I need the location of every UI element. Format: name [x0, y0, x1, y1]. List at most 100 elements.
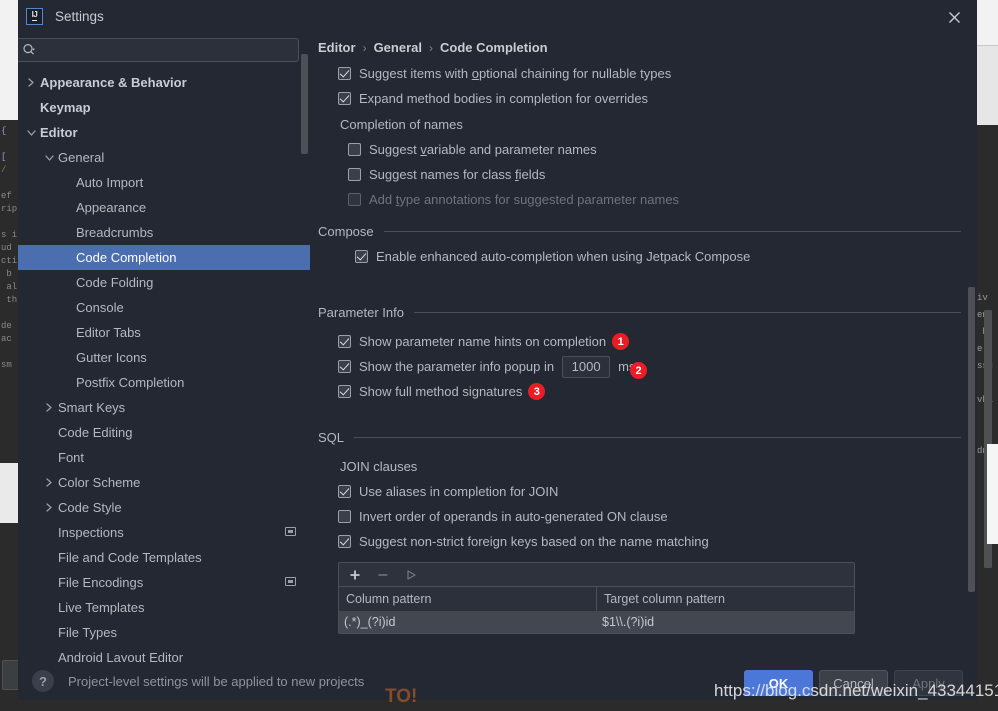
option-label: Expand method bodies in completion for o… — [359, 91, 649, 106]
tree-item-editor-tabs[interactable]: Editor Tabs — [18, 320, 310, 345]
chevron-right-icon: › — [428, 40, 433, 55]
tree-item-console[interactable]: Console — [18, 295, 310, 320]
search-input[interactable] — [36, 42, 298, 58]
chevron-down-icon[interactable] — [24, 126, 38, 140]
breadcrumb-item-editor[interactable]: Editor — [318, 40, 356, 55]
tree-item-file-encodings[interactable]: File Encodings — [18, 570, 310, 595]
cell-target-column-pattern[interactable]: $1\\.(?i)id — [597, 611, 854, 633]
tree-item-gutter-icons[interactable]: Gutter Icons — [18, 345, 310, 370]
tree-item-live-templates[interactable]: Live Templates — [18, 595, 310, 620]
option-suggest-variable-names[interactable]: Suggest variable and parameter names — [318, 137, 977, 162]
dialog-title: Settings — [55, 8, 104, 24]
chevron-right-icon[interactable] — [24, 76, 38, 90]
cell-column-pattern[interactable]: (.*)_(?i)id — [339, 611, 597, 633]
dialog-body: Appearance & Behavior Keymap Editor General… — [18, 32, 977, 662]
parameter-info-delay-input[interactable] — [562, 355, 611, 378]
option-show-parameter-info-popup[interactable]: Show the parameter info popup in ms 2 — [318, 354, 977, 379]
checkbox-enable-compose-autocompletion[interactable] — [355, 250, 368, 263]
breadcrumb: Editor › General › Code Completion — [318, 40, 977, 55]
checkbox-suggest-class-field-names[interactable] — [348, 168, 361, 181]
tree-item-appearance[interactable]: Appearance — [18, 195, 310, 220]
section-sql-title: SQL — [318, 429, 345, 445]
option-show-parameter-name-hints[interactable]: Show parameter name hints on completion … — [318, 329, 977, 354]
option-suggest-class-field-names[interactable]: Suggest names for class fields — [318, 162, 977, 187]
tree-item-file-and-code-templates[interactable]: File and Code Templates — [18, 545, 310, 570]
option-invert-operand-order[interactable]: Invert order of operands in auto-generat… — [318, 504, 977, 529]
checkbox-invert-operand-order[interactable] — [338, 510, 351, 523]
option-enable-compose-autocompletion[interactable]: Enable enhanced auto-completion when usi… — [318, 244, 977, 269]
settings-tree[interactable]: Appearance & Behavior Keymap Editor General… — [18, 70, 310, 662]
chevron-right-icon[interactable] — [42, 401, 56, 415]
tree-item-label: Auto Import — [76, 175, 144, 190]
table-toolbar — [339, 563, 854, 587]
tree-item-smart-keys[interactable]: Smart Keys — [18, 395, 310, 420]
tree-item-color-scheme[interactable]: Color Scheme — [18, 470, 310, 495]
subsection-completion-of-names-title: Completion of names — [340, 116, 463, 132]
tree-item-auto-import[interactable]: Auto Import — [18, 170, 310, 195]
background-right-panel-second — [977, 45, 998, 125]
tree-item-postfix-completion[interactable]: Postfix Completion — [18, 370, 310, 395]
remove-row-button[interactable] — [376, 568, 390, 582]
section-divider — [354, 436, 961, 438]
close-icon[interactable] — [943, 6, 965, 28]
tree-item-keymap[interactable]: Keymap — [18, 95, 310, 120]
table-header-column-pattern[interactable]: Column pattern — [339, 587, 597, 611]
section-parameter-info: Parameter Info — [318, 299, 977, 325]
option-use-aliases-join[interactable]: Use aliases in completion for JOIN — [318, 479, 977, 504]
tree-item-label: Color Scheme — [58, 475, 141, 490]
search-box[interactable] — [18, 38, 299, 62]
tree-item-label: Breadcrumbs — [76, 225, 154, 240]
table-header-target-column-pattern[interactable]: Target column pattern — [597, 587, 854, 611]
tree-item-label: Code Completion — [76, 250, 177, 265]
tree-item-general[interactable]: General — [18, 145, 310, 170]
tree-item-code-completion[interactable]: Code Completion — [18, 245, 310, 270]
tree-item-label: Code Style — [58, 500, 122, 515]
checkbox-show-parameter-name-hints[interactable] — [338, 335, 351, 348]
chevron-right-icon[interactable] — [42, 476, 56, 490]
section-parameter-info-title: Parameter Info — [318, 304, 404, 320]
checkbox-suggest-non-strict-fk[interactable] — [338, 535, 351, 548]
option-label: Suggest non-strict foreign keys based on… — [359, 534, 709, 549]
tree-item-font[interactable]: Font — [18, 445, 310, 470]
tree-item-code-style[interactable]: Code Style — [18, 495, 310, 520]
checkbox-show-full-method-signatures[interactable] — [338, 385, 351, 398]
option-suggest-optional-chaining[interactable]: Suggest items with optional chaining for… — [318, 61, 977, 86]
question-mark-icon[interactable]: ? — [32, 670, 54, 692]
tree-item-code-editing[interactable]: Code Editing — [18, 420, 310, 445]
breadcrumb-item-code-completion: Code Completion — [439, 40, 548, 55]
tree-item-android-layout-editor[interactable]: Android Layout Editor — [18, 645, 310, 662]
table-row[interactable]: (.*)_(?i)id $1\\.(?i)id — [339, 611, 854, 633]
tree-item-breadcrumbs[interactable]: Breadcrumbs — [18, 220, 310, 245]
tree-item-label: File Encodings — [58, 575, 144, 590]
tree-item-appearance-behavior[interactable]: Appearance & Behavior — [18, 70, 310, 95]
chevron-right-icon[interactable] — [42, 501, 56, 515]
tree-scrollbar[interactable] — [301, 54, 308, 154]
tree-item-file-types[interactable]: File Types — [18, 620, 310, 645]
option-expand-method-bodies[interactable]: Expand method bodies in completion for o… — [318, 86, 977, 111]
section-compose: Compose — [318, 218, 977, 244]
add-row-button[interactable] — [348, 568, 362, 582]
tree-item-label: Android Layout Editor — [58, 650, 184, 662]
checkbox-show-parameter-info-popup[interactable] — [338, 360, 351, 373]
checkbox-suggest-optional-chaining[interactable] — [338, 67, 351, 80]
option-show-full-method-signatures[interactable]: Show full method signatures 3 — [318, 379, 977, 404]
checkbox-expand-method-bodies[interactable] — [338, 92, 351, 105]
watermark-text: https://blog.csdn.net/weixin_43344151 — [714, 681, 998, 700]
checkbox-use-aliases-join[interactable] — [338, 485, 351, 498]
tree-item-code-folding[interactable]: Code Folding — [18, 270, 310, 295]
annotation-badge-3: 3 — [528, 383, 546, 400]
tree-item-label: Font — [58, 450, 85, 465]
tree-item-label: Editor Tabs — [76, 325, 141, 340]
breadcrumb-item-general[interactable]: General — [374, 40, 422, 55]
tree-item-inspections[interactable]: Inspections — [18, 520, 310, 545]
option-label: Add type annotations for suggested param… — [369, 192, 680, 207]
option-suggest-non-strict-fk[interactable]: Suggest non-strict foreign keys based on… — [318, 529, 977, 554]
play-button[interactable] — [404, 568, 418, 582]
checkbox-suggest-variable-names[interactable] — [348, 143, 361, 156]
content-scrollbar[interactable] — [968, 287, 975, 592]
search-wrapper — [18, 38, 300, 62]
tree-item-editor[interactable]: Editor — [18, 120, 310, 145]
chevron-down-icon[interactable] — [42, 151, 56, 165]
option-label: Suggest names for class fields — [369, 167, 546, 182]
footer-hint-text: Project-level settings will be applied t… — [68, 673, 365, 689]
